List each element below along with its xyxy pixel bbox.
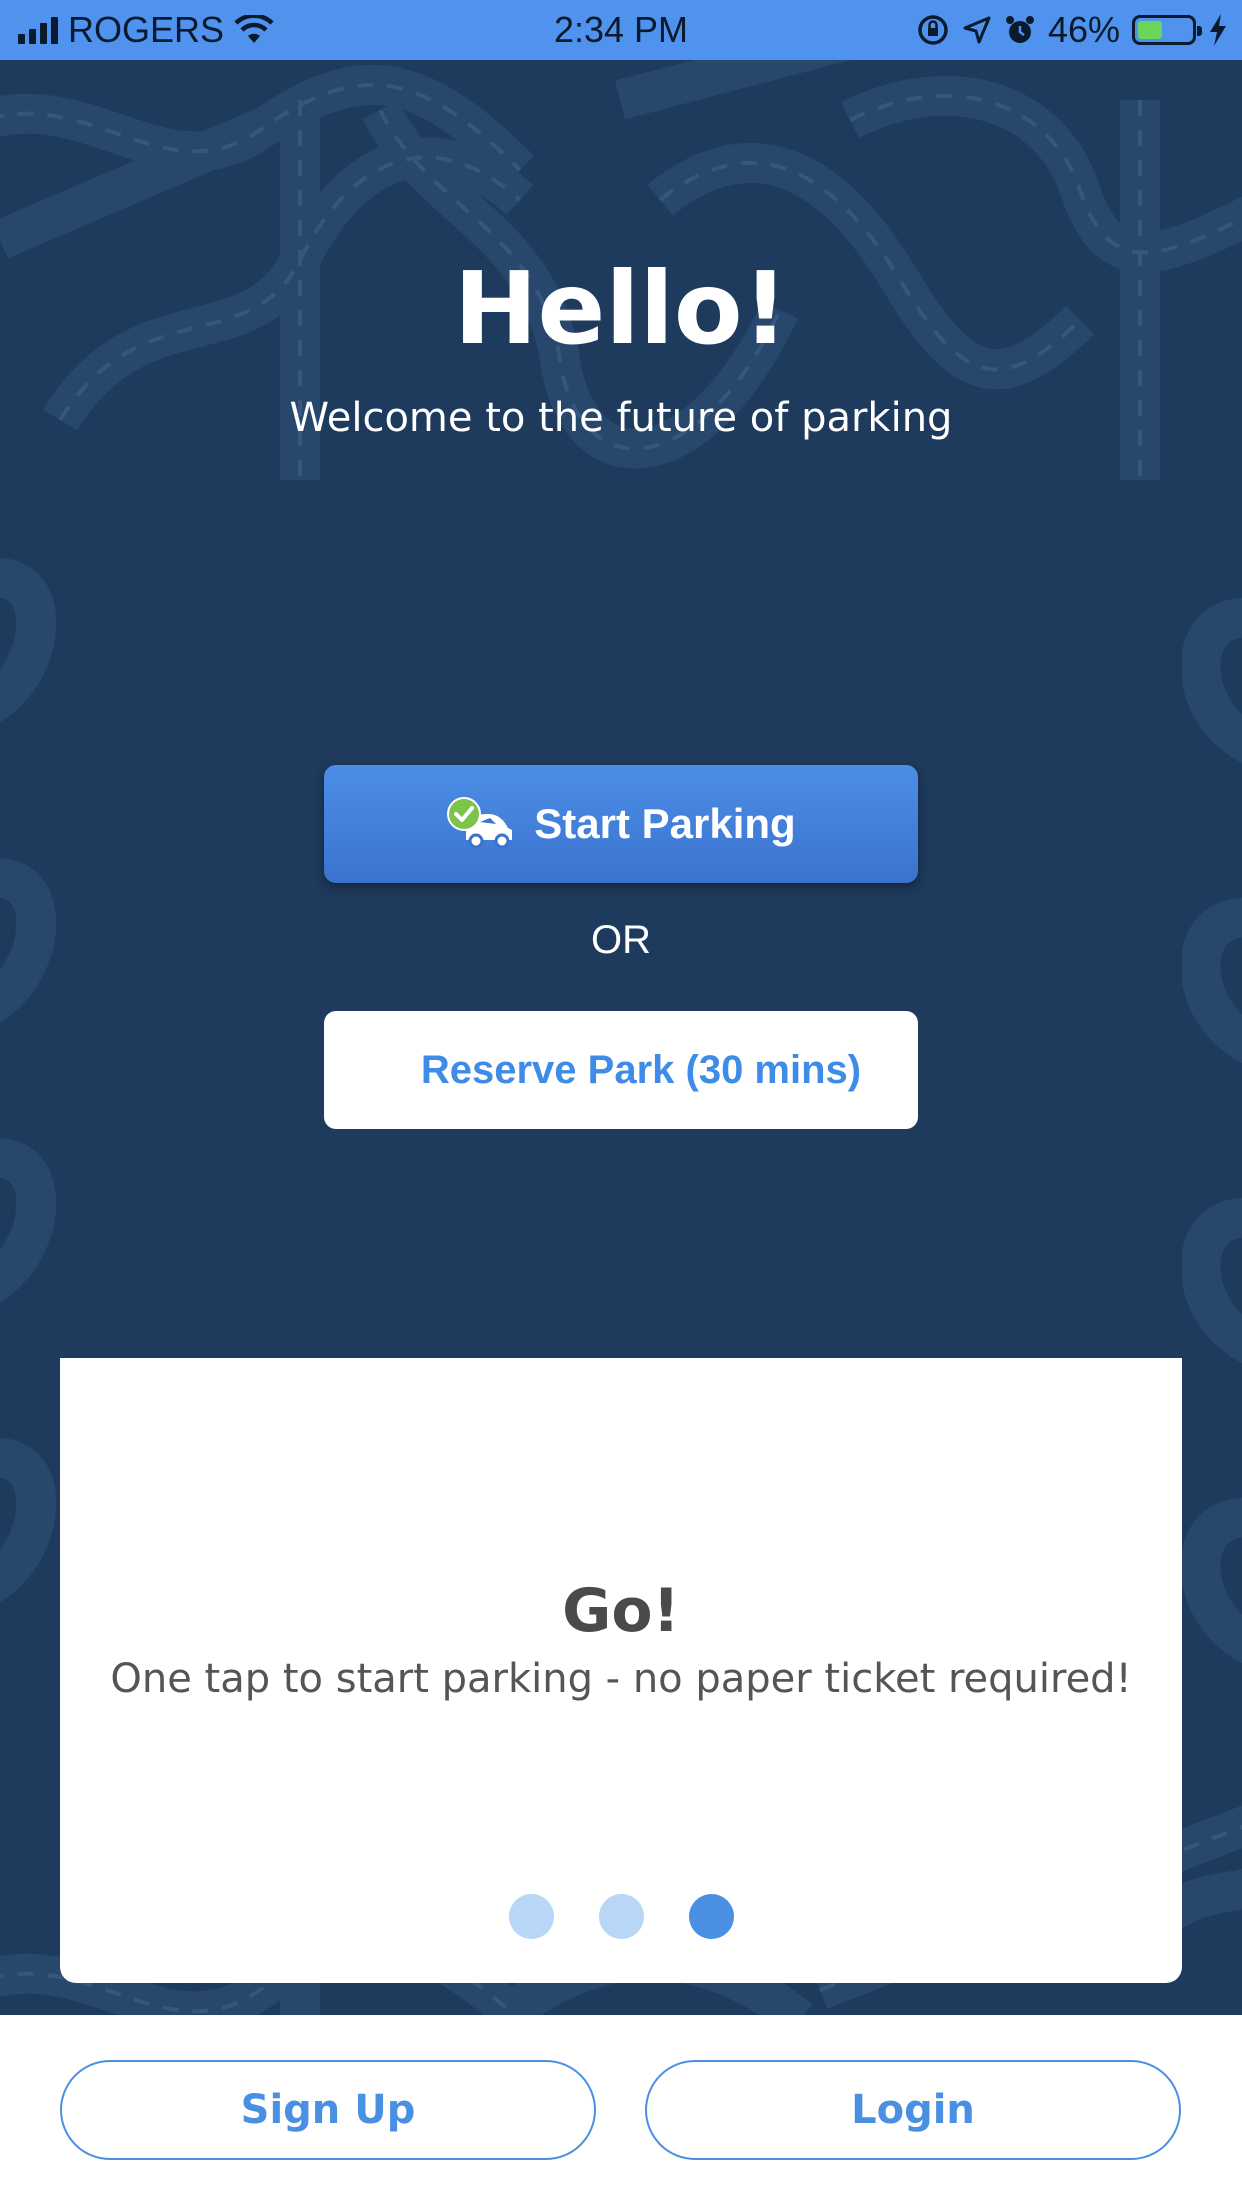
rotation-lock-icon: [918, 15, 948, 45]
reserve-park-button[interactable]: Reserve Park (30 mins): [324, 1011, 918, 1129]
page-dot[interactable]: [598, 1894, 644, 1939]
location-arrow-icon: [963, 16, 991, 44]
page-dot[interactable]: [688, 1894, 734, 1939]
sign-up-button[interactable]: Sign Up: [60, 2060, 596, 2160]
charging-bolt-icon: [1210, 14, 1226, 46]
card-description: One tap to start parking - no paper tick…: [110, 1656, 1132, 1702]
page-subtitle: Welcome to the future of parking: [289, 395, 953, 441]
or-separator: OR: [591, 918, 651, 962]
card-title: Go!: [562, 1576, 680, 1646]
page-title: Hello!: [453, 250, 789, 367]
login-button[interactable]: Login: [645, 2060, 1181, 2160]
status-bar: ROGERS 2:34 PM 46%: [0, 0, 1242, 60]
start-parking-label: Start Parking: [534, 800, 796, 847]
onboarding-card[interactable]: Go! One tap to start parking - no paper …: [60, 1358, 1182, 1983]
bottom-bar: Sign Up Login: [0, 2015, 1242, 2208]
battery-fill: [1138, 21, 1162, 39]
alarm-icon: [1005, 16, 1034, 43]
status-right: 46%: [916, 0, 1228, 60]
page-indicator: [60, 1894, 1182, 1939]
hero-background: Hello! Welcome to the future of parking …: [0, 60, 1242, 2015]
car-check-icon: [447, 797, 513, 849]
battery-percent: 46%: [1047, 9, 1120, 50]
battery-icon: [1132, 15, 1202, 45]
page-dot[interactable]: [508, 1894, 554, 1939]
start-parking-button[interactable]: Start Parking: [324, 765, 918, 883]
